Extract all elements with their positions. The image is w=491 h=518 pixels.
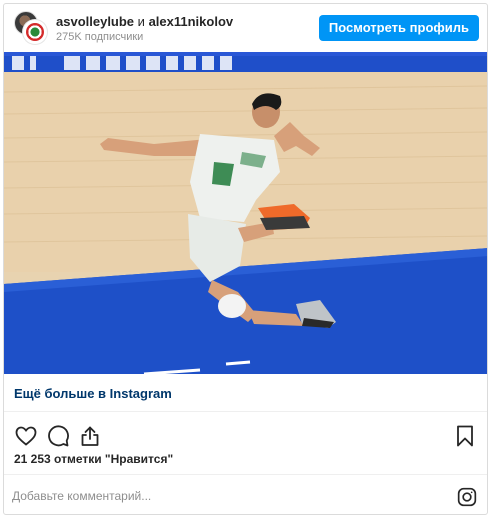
username-link[interactable]: alex11nikolov bbox=[149, 14, 234, 29]
bookmark-icon[interactable] bbox=[453, 424, 477, 448]
post-photo[interactable] bbox=[4, 52, 487, 374]
instagram-embed-card: asvolleylube и alex11nikolov 275K подпис… bbox=[3, 3, 488, 515]
heart-icon[interactable] bbox=[14, 424, 38, 448]
conjunction-text: и bbox=[137, 14, 145, 29]
view-profile-button[interactable]: Посмотреть профиль bbox=[318, 15, 479, 41]
share-icon[interactable] bbox=[78, 424, 102, 448]
comment-row bbox=[4, 474, 487, 514]
volleyball-player-image bbox=[4, 52, 487, 374]
comment-input[interactable] bbox=[12, 487, 432, 505]
more-on-instagram: Ещё больше в Instagram bbox=[4, 374, 487, 412]
post-header: asvolleylube и alex11nikolov 275K подпис… bbox=[4, 4, 487, 52]
author-names: asvolleylube и alex11nikolov bbox=[56, 14, 233, 30]
action-bar bbox=[4, 414, 487, 454]
club-logo-icon bbox=[26, 23, 44, 41]
comment-icon[interactable] bbox=[46, 424, 70, 448]
collab-avatars[interactable] bbox=[14, 11, 48, 45]
more-on-instagram-link[interactable]: Ещё больше в Instagram bbox=[14, 386, 172, 401]
avatar[interactable] bbox=[23, 20, 47, 44]
likes-count[interactable]: 21 253 отметки "Нравится" bbox=[14, 452, 173, 466]
followers-count: 275K подписчики bbox=[56, 31, 144, 43]
username-link[interactable]: asvolleylube bbox=[56, 14, 134, 29]
instagram-icon[interactable] bbox=[457, 487, 477, 507]
